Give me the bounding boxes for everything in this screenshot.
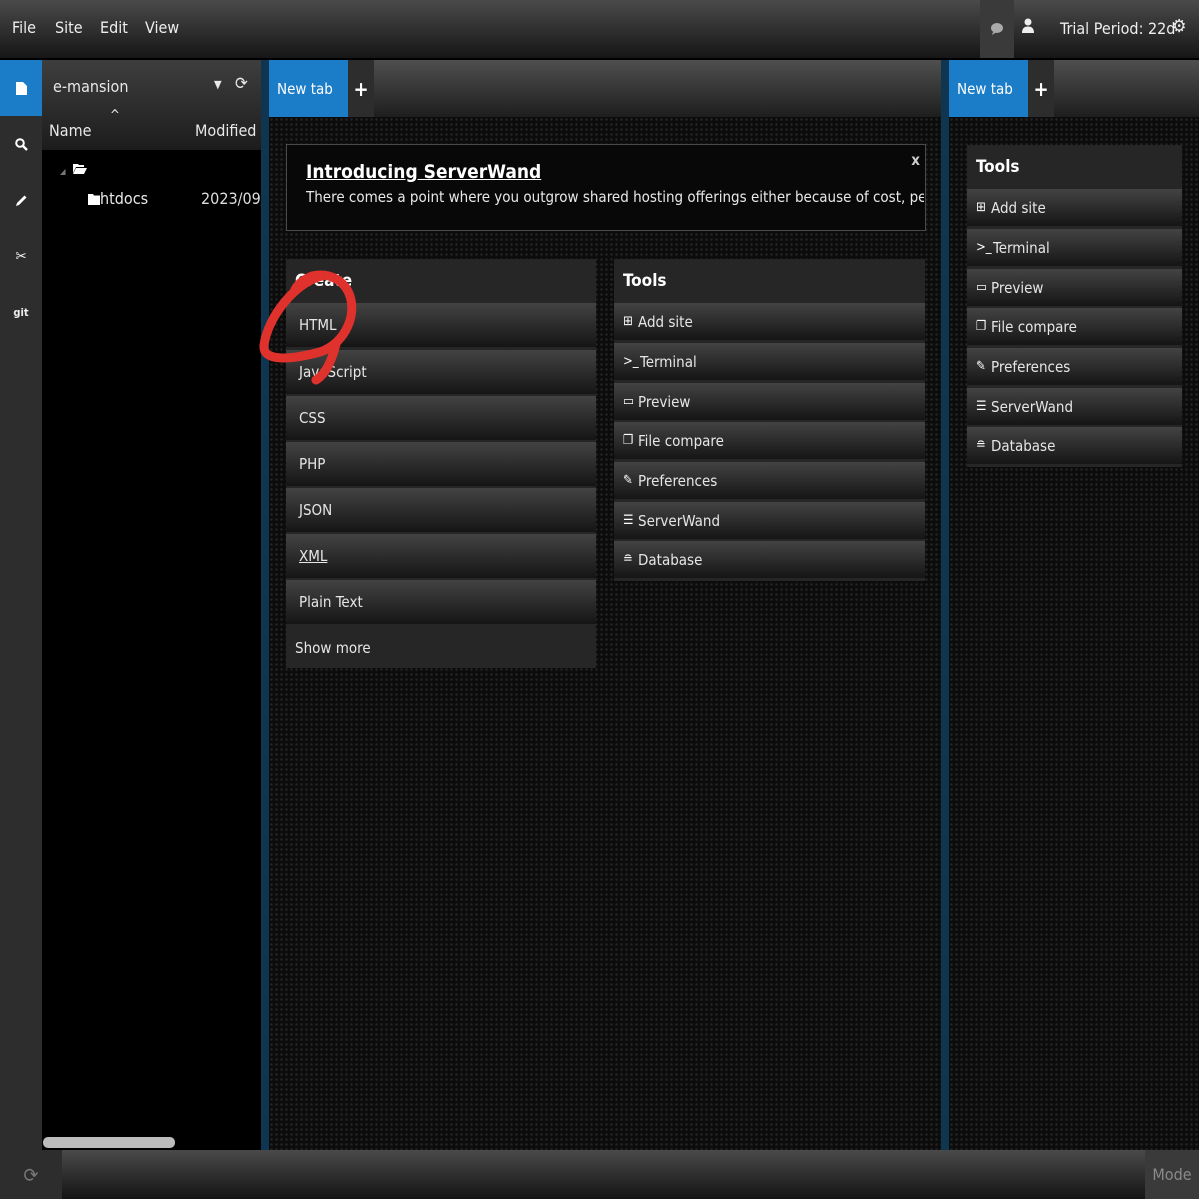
user-icon[interactable] — [1022, 18, 1034, 38]
create-panel-title: Create — [295, 271, 353, 291]
file-name: htdocs — [100, 189, 149, 208]
folder-icon — [88, 194, 100, 205]
search-icon[interactable] — [0, 116, 42, 172]
sync-icon[interactable]: ⟳ — [0, 1150, 62, 1199]
column-header-modified[interactable]: Modified — [195, 121, 256, 140]
start-page: Introducing ServerWand There comes a poi… — [269, 117, 941, 1150]
scissors-icon[interactable]: ✂ — [0, 228, 42, 284]
create-css-button[interactable]: CSS — [286, 396, 596, 440]
mode-button[interactable]: Mode — [1145, 1150, 1199, 1199]
menu-view[interactable]: View — [145, 18, 179, 37]
show-more-link[interactable]: Show more — [286, 627, 596, 668]
plus-square-icon: ⊞ — [976, 200, 986, 215]
wrench-icon: ✎ — [976, 359, 986, 374]
tool-file-compare-right[interactable]: ❐ File compare — [967, 308, 1182, 345]
editor-pane-left: New tab + Introducing ServerWand There c… — [269, 60, 949, 1150]
tool-preview-right[interactable]: ▭ Preview — [967, 269, 1182, 306]
pencil-icon[interactable] — [0, 172, 42, 228]
site-selector[interactable]: e-mansion — [53, 77, 128, 96]
monitor-icon: ▭ — [976, 280, 988, 295]
menu-site[interactable]: Site — [55, 18, 83, 37]
create-html-button[interactable]: HTML — [286, 303, 596, 347]
tab-new-right[interactable]: New tab — [949, 60, 1028, 117]
database-icon: ≘ — [976, 438, 986, 453]
menu-bar: File Site Edit View Trial Period: 22d ⚙ — [0, 0, 1199, 58]
tools-panel-title-right: Tools — [976, 157, 1020, 177]
file-explorer-header: e-mansion ▼ ⟳ Name ^ Modified — [42, 60, 261, 150]
create-xml-button[interactable]: XML — [286, 534, 596, 578]
tab-bar: New tab + — [269, 60, 941, 117]
expand-triangle-icon[interactable]: ◢ — [60, 167, 66, 176]
chat-bubble-icon — [991, 23, 1003, 35]
tool-terminal-right[interactable]: >_ Terminal — [967, 229, 1182, 266]
pane-splitter[interactable] — [941, 60, 949, 1150]
tool-add-site-right[interactable]: ⊞ Add site — [967, 189, 1182, 226]
create-php-button[interactable]: PHP — [286, 442, 596, 486]
start-page-right: Tools ⊞ Add site >_ Terminal ▭ Preview ❐ Fil… — [949, 117, 1199, 1150]
database-icon: ≘ — [623, 552, 633, 567]
tool-add-site[interactable]: ⊞ Add site — [614, 303, 925, 340]
file-explorer: e-mansion ▼ ⟳ Name ^ Modified ◢ htdocs 2… — [42, 60, 261, 1150]
wrench-icon: ✎ — [623, 473, 633, 488]
column-header-name[interactable]: Name — [49, 121, 91, 140]
terminal-icon: >_ — [623, 354, 639, 369]
tool-file-compare[interactable]: ❐ File compare — [614, 422, 925, 459]
panel-splitter[interactable] — [261, 60, 269, 1150]
tool-serverwand[interactable]: ☰ ServerWand — [614, 502, 925, 539]
announcement-banner: Introducing ServerWand There comes a poi… — [286, 144, 926, 231]
status-bar: ⟳ Mode — [0, 1150, 1199, 1199]
tool-preferences[interactable]: ✎ Preferences — [614, 462, 925, 499]
server-icon: ☰ — [623, 513, 634, 528]
tool-database-right[interactable]: ≘ Database — [967, 427, 1182, 464]
menu-edit[interactable]: Edit — [100, 18, 128, 37]
announcement-text: There comes a point where you outgrow sh… — [306, 188, 924, 206]
tool-serverwand-right[interactable]: ☰ ServerWand — [967, 388, 1182, 425]
chat-button[interactable] — [980, 0, 1014, 58]
editor-pane-right: New tab + Tools ⊞ Add site >_ Terminal ▭ Pr… — [949, 60, 1199, 1150]
files-icon: ❐ — [976, 319, 987, 334]
tool-database[interactable]: ≘ Database — [614, 541, 925, 578]
tab-bar-right: New tab + — [949, 60, 1199, 117]
trial-period-label[interactable]: Trial Period: 22d — [1060, 19, 1175, 38]
terminal-icon: >_ — [976, 240, 992, 255]
server-icon: ☰ — [976, 399, 987, 414]
tab-new[interactable]: New tab — [269, 60, 348, 117]
file-icon[interactable] — [0, 60, 42, 116]
activity-bar: ✂ git — [0, 60, 42, 1150]
tree-root[interactable]: ◢ — [60, 163, 88, 178]
plus-square-icon: ⊞ — [623, 314, 633, 329]
tools-panel: Tools ⊞ Add site >_ Terminal ▭ Preview ❐ Fil… — [614, 259, 925, 581]
folder-open-icon — [73, 164, 88, 174]
tool-preferences-right[interactable]: ✎ Preferences — [967, 348, 1182, 385]
create-json-button[interactable]: JSON — [286, 488, 596, 532]
sort-ascending-icon: ^ — [110, 108, 120, 123]
create-javascript-button[interactable]: JavaScript — [286, 350, 596, 394]
gear-icon[interactable]: ⚙ — [1172, 16, 1187, 37]
tools-panel-title: Tools — [623, 271, 667, 291]
files-icon: ❐ — [623, 433, 634, 448]
tool-terminal[interactable]: >_ Terminal — [614, 343, 925, 380]
menu-file[interactable]: File — [12, 18, 36, 37]
refresh-icon[interactable]: ⟳ — [235, 74, 248, 94]
horizontal-scrollbar[interactable] — [43, 1137, 175, 1148]
monitor-icon: ▭ — [623, 394, 635, 409]
git-icon[interactable]: git — [0, 284, 42, 340]
announcement-title[interactable]: Introducing ServerWand — [306, 161, 541, 183]
add-tab-button[interactable]: + — [348, 60, 374, 117]
create-plain-text-button[interactable]: Plain Text — [286, 580, 596, 624]
tool-preview[interactable]: ▭ Preview — [614, 383, 925, 420]
create-panel: Create HTML JavaScript CSS PHP JSON XML … — [286, 259, 596, 668]
tools-panel-right: Tools ⊞ Add site >_ Terminal ▭ Preview ❐ Fil… — [967, 145, 1182, 467]
file-modified: 2023/09/1 — [201, 189, 261, 208]
add-tab-button-right[interactable]: + — [1028, 60, 1054, 117]
close-icon[interactable]: x — [911, 151, 920, 169]
caret-down-icon[interactable]: ▼ — [214, 78, 222, 91]
